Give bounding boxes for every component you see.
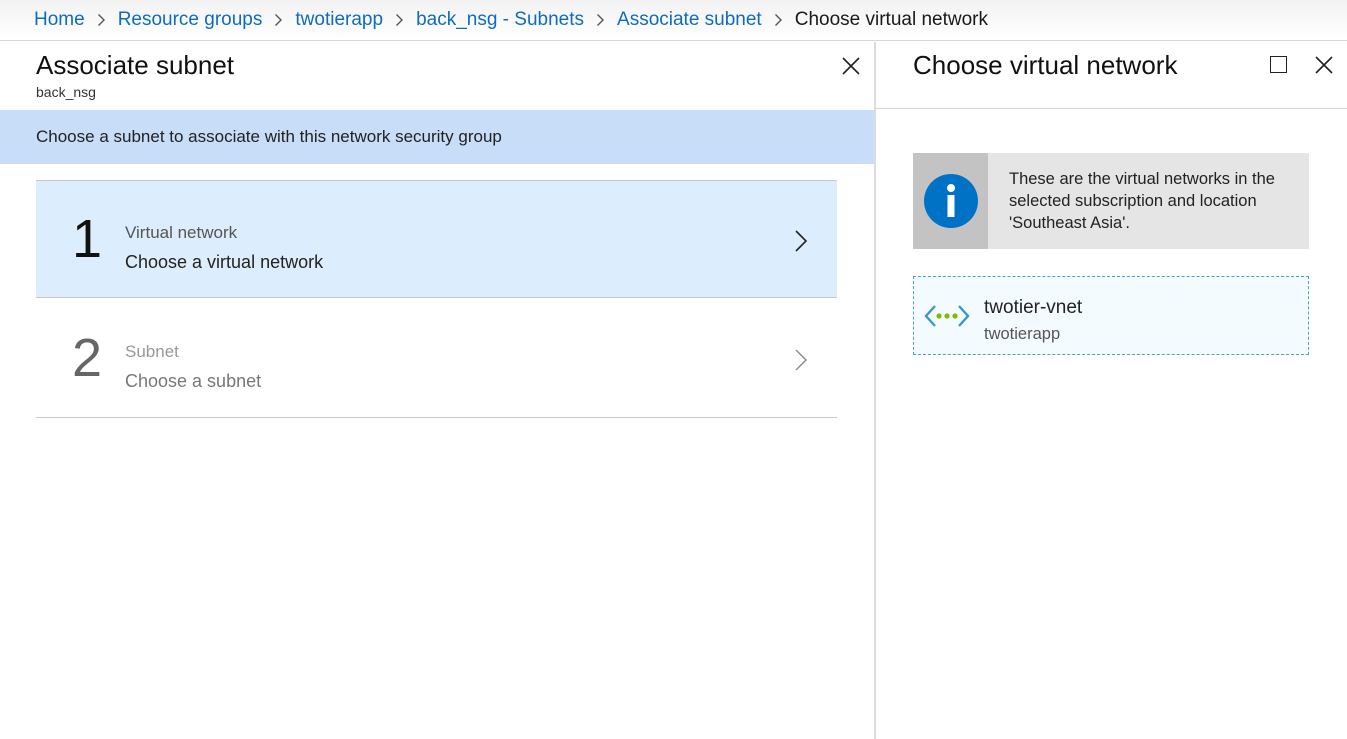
chevron-right-icon bbox=[262, 13, 295, 27]
header-divider bbox=[876, 108, 1347, 109]
vnet-resource-group: twotierapp bbox=[984, 325, 1061, 343]
vnet-name: twotier-vnet bbox=[984, 297, 1083, 318]
chevron-right-icon bbox=[795, 349, 807, 371]
chevron-right-icon bbox=[584, 13, 617, 27]
breadcrumb-home[interactable]: Home bbox=[34, 9, 85, 31]
step-subnet[interactable]: 2 Subnet Choose a subnet bbox=[36, 300, 837, 418]
step-label: Virtual network bbox=[125, 223, 238, 242]
close-icon bbox=[1315, 56, 1333, 74]
breadcrumb: Home Resource groups twotierapp back_nsg… bbox=[0, 0, 1347, 41]
maximize-icon[interactable] bbox=[1270, 56, 1287, 73]
step-number: 1 bbox=[72, 209, 103, 269]
chevron-right-icon bbox=[762, 13, 795, 27]
associate-subnet-blade: Associate subnet back_nsg Choose a subne… bbox=[0, 42, 874, 739]
info-banner: Choose a subnet to associate with this n… bbox=[0, 110, 874, 164]
blade-subtitle: back_nsg bbox=[36, 84, 96, 100]
info-icon bbox=[923, 174, 978, 228]
chevron-right-icon bbox=[383, 13, 416, 27]
blade-title: Choose virtual network bbox=[913, 50, 1178, 80]
info-notice: These are the virtual networks in the se… bbox=[913, 153, 1309, 249]
step-virtual-network[interactable]: 1 Virtual network Choose a virtual netwo… bbox=[36, 180, 837, 298]
breadcrumb-nsg-subnets[interactable]: back_nsg - Subnets bbox=[416, 9, 584, 31]
step-value: Choose a virtual network bbox=[125, 252, 324, 272]
close-blade-button[interactable] bbox=[840, 55, 862, 77]
breadcrumb-associate-subnet[interactable]: Associate subnet bbox=[617, 9, 762, 31]
info-icon-box bbox=[913, 153, 988, 249]
virtual-network-icon bbox=[924, 305, 970, 327]
chevron-right-icon bbox=[795, 230, 808, 252]
step-number: 2 bbox=[72, 328, 103, 388]
choose-virtual-network-blade: Choose virtual network These are the vir… bbox=[876, 42, 1347, 739]
breadcrumb-current: Choose virtual network bbox=[794, 9, 988, 30]
breadcrumb-resource-groups[interactable]: Resource groups bbox=[118, 9, 263, 31]
chevron-right-icon bbox=[85, 13, 118, 27]
blade-title: Associate subnet bbox=[36, 50, 235, 80]
step-label: Subnet bbox=[125, 342, 179, 361]
close-blade-button[interactable] bbox=[1313, 54, 1335, 76]
vnet-list-item[interactable]: twotier-vnet twotierapp bbox=[913, 276, 1309, 355]
step-value: Choose a subnet bbox=[125, 371, 262, 391]
notice-text: These are the virtual networks in the se… bbox=[1009, 170, 1275, 232]
close-icon bbox=[842, 57, 860, 75]
breadcrumb-twotierapp[interactable]: twotierapp bbox=[295, 9, 383, 31]
